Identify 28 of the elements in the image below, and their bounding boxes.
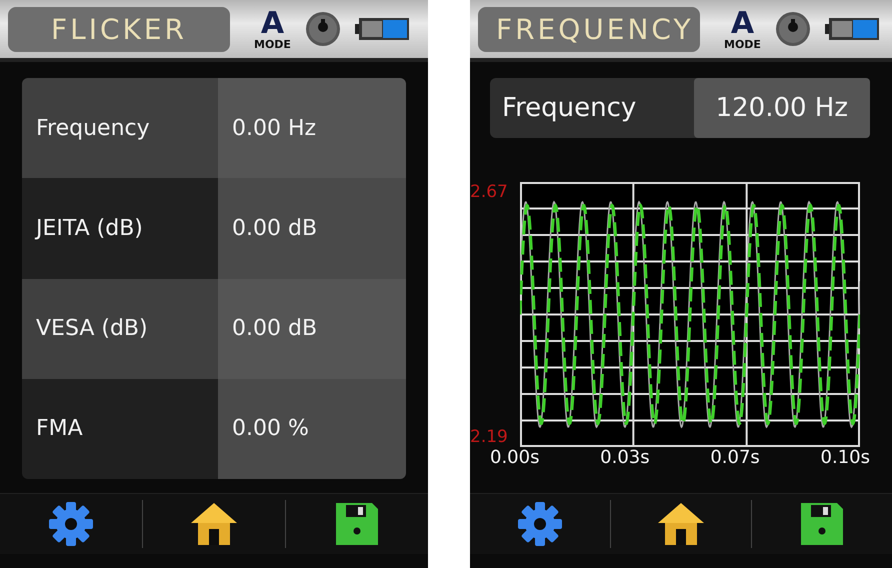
x-axis-label: 0.00s — [490, 447, 540, 468]
row-label: Frequency — [22, 78, 218, 178]
battery-icon — [354, 16, 409, 42]
row-value: 0.00 % — [218, 378, 406, 479]
mode-button[interactable]: A MODE — [254, 8, 291, 50]
row-value: 0.00 Hz — [218, 78, 406, 178]
house-icon — [656, 501, 706, 547]
reading-value: 120.00 Hz — [694, 78, 870, 138]
screen-title: FLICKER — [8, 6, 230, 52]
x-axis-label: 0.10s — [820, 447, 870, 468]
knob-icon — [304, 11, 341, 47]
y-max-label: 2.67 — [470, 182, 509, 202]
battery-icon — [824, 16, 879, 42]
x-axis-label: 0.07s — [710, 447, 760, 468]
house-icon — [189, 501, 239, 547]
gear-icon — [47, 500, 95, 548]
knob-icon — [774, 11, 811, 47]
x-axis-label: 0.03s — [600, 447, 650, 468]
row-value: 0.00 dB — [218, 278, 406, 379]
row-value: 0.00 dB — [218, 178, 406, 278]
gear-icon — [516, 500, 564, 548]
screen-title: FREQUENCY — [478, 6, 700, 52]
mode-button[interactable]: A MODE — [724, 8, 761, 50]
row-label: VESA (dB) — [22, 278, 218, 379]
row-label: JEITA (dB) — [22, 178, 218, 278]
y-min-label: 2.19 — [470, 427, 509, 447]
reading-label: Frequency — [502, 93, 636, 123]
row-label: FMA — [22, 378, 218, 479]
